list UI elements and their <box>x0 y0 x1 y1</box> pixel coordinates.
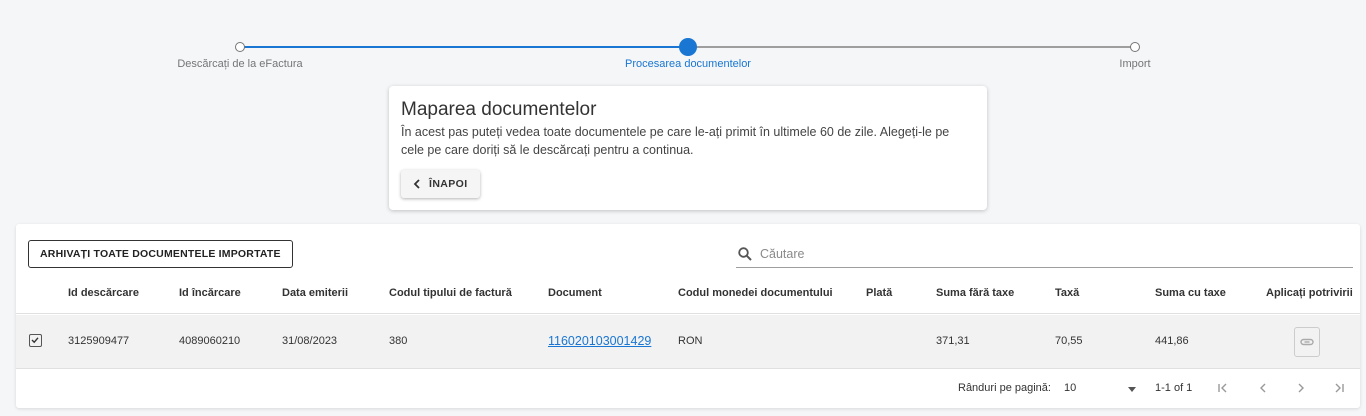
step-2-dot <box>679 38 697 56</box>
cell-amount-with-tax: 441,86 <box>1155 335 1189 347</box>
col-apply-matching[interactable]: Aplicați potrivirii <box>1266 287 1353 299</box>
step-3-dot <box>1130 42 1140 52</box>
cell-issue-date: 31/08/2023 <box>282 335 338 347</box>
back-button-label: ÎNAPOI <box>429 178 468 190</box>
row-checkbox[interactable] <box>29 334 42 347</box>
document-link[interactable]: 116020103001429 <box>548 334 651 348</box>
rows-per-page-value: 10 <box>1064 382 1077 394</box>
search-field[interactable] <box>736 240 1353 268</box>
search-icon <box>738 246 752 261</box>
rows-per-page-select[interactable]: 10 <box>1062 376 1140 400</box>
col-currency[interactable]: Codul monedei documentului <box>678 287 833 299</box>
pagination-range: 1-1 of 1 <box>1155 382 1193 394</box>
previous-page-icon[interactable] <box>1256 381 1270 395</box>
rows-per-page-label: Rânduri pe pagină: <box>958 382 1051 394</box>
step-2-label: Procesarea documentelor <box>625 58 751 70</box>
col-id-upload[interactable]: Id încărcare <box>179 287 241 299</box>
col-tax[interactable]: Taxă <box>1055 287 1079 299</box>
back-button[interactable]: ÎNAPOI <box>401 170 480 198</box>
info-description: În acest pas puteți vedea toate document… <box>401 125 950 157</box>
progress-stepper: Descărcați de la eFactura Procesarea doc… <box>0 36 1366 76</box>
col-amount-no-tax[interactable]: Suma fără taxe <box>936 287 1014 299</box>
col-invoice-type[interactable]: Codul tipului de factură <box>389 287 512 299</box>
col-issue-date[interactable]: Data emiterii <box>282 287 348 299</box>
col-id-download[interactable]: Id descărcare <box>68 287 139 299</box>
search-input[interactable] <box>760 246 1320 261</box>
chevron-left-icon <box>413 179 420 189</box>
first-page-icon[interactable] <box>1216 381 1230 395</box>
cell-tax: 70,55 <box>1055 335 1083 347</box>
cell-id-download: 3125909477 <box>68 335 130 347</box>
last-page-icon[interactable] <box>1332 381 1346 395</box>
info-title: Maparea documentelor <box>401 99 597 120</box>
apply-matching-button[interactable] <box>1294 327 1320 357</box>
col-amount-with-tax[interactable]: Suma cu taxe <box>1155 287 1226 299</box>
table-pagination: Rânduri pe pagină: 10 1-1 of 1 <box>16 370 1360 408</box>
step-1-label: Descărcați de la eFactura <box>177 58 303 70</box>
info-card: Maparea documentelor În acest pas puteți… <box>389 86 987 210</box>
table-row[interactable]: 3125909477 4089060210 31/08/2023 380 116… <box>16 315 1360 369</box>
cell-currency: RON <box>678 335 703 347</box>
cell-invoice-type: 380 <box>389 335 408 347</box>
step-1-dot <box>235 42 245 52</box>
col-payment[interactable]: Plată <box>866 287 892 299</box>
cell-amount-no-tax: 371,31 <box>936 335 970 347</box>
link-icon <box>1300 338 1314 346</box>
stepper-line-completed <box>240 46 688 48</box>
col-document[interactable]: Document <box>548 287 602 299</box>
cell-id-upload: 4089060210 <box>179 335 241 347</box>
next-page-icon[interactable] <box>1294 381 1308 395</box>
step-3-label: Import <box>1119 58 1151 70</box>
archive-all-button[interactable]: ARHIVAȚI TOATE DOCUMENTELE IMPORTATE <box>28 240 293 268</box>
table-header: Id descărcare Id încărcare Data emiterii… <box>16 276 1360 314</box>
documents-panel: ARHIVAȚI TOATE DOCUMENTELE IMPORTATE Id … <box>16 224 1360 408</box>
dropdown-arrow-icon <box>1128 387 1136 392</box>
checkmark-icon <box>31 337 39 344</box>
stepper-line-pending <box>688 46 1135 48</box>
